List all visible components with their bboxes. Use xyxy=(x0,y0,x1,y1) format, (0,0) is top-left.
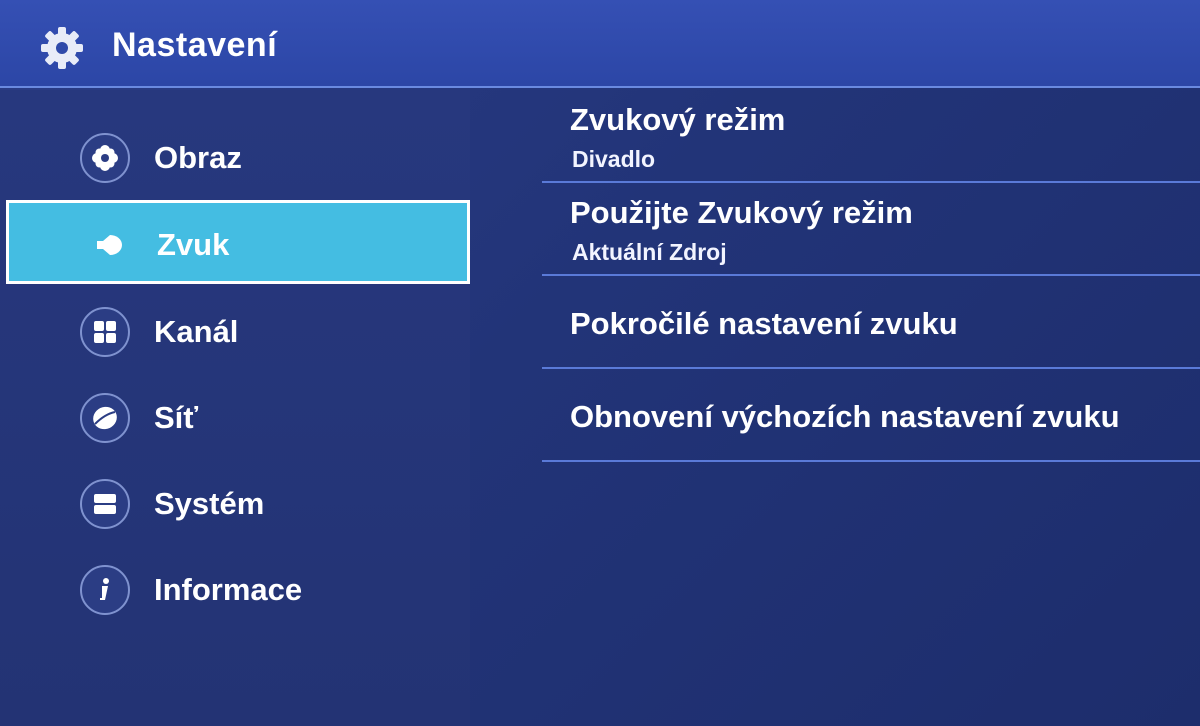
header-bar: Nastavení xyxy=(0,0,1200,88)
sidebar-item-obraz[interactable]: Obraz xyxy=(6,116,470,200)
sidebar-item-label: Kanál xyxy=(154,314,239,349)
advanced-sound-settings-row[interactable]: Pokročilé nastavení zvuku xyxy=(542,276,1200,369)
sound-settings-panel: Zvukový režim Divadlo Použijte Zvukový r… xyxy=(470,90,1200,726)
row-value: Divadlo xyxy=(572,146,656,172)
page-title: Nastavení xyxy=(112,26,278,64)
apply-sound-mode-row[interactable]: Použijte Zvukový režim Aktuální Zdroj xyxy=(542,183,1200,276)
row-title: Obnovení výchozích nastavení zvuku xyxy=(570,399,1120,434)
sidebar: Obraz Zvuk Kanál Síť Systém Informace xyxy=(0,90,470,726)
row-title: Zvukový režim xyxy=(570,102,786,137)
globe-icon xyxy=(80,393,130,443)
sidebar-item-label: Zvuk xyxy=(157,227,230,262)
sidebar-item-system[interactable]: Systém xyxy=(6,462,470,546)
sidebar-item-label: Informace xyxy=(154,572,303,607)
grid-icon xyxy=(80,307,130,357)
settings-screen: Nastavení Obraz Zvuk Kanál Síť Systém In… xyxy=(0,0,1200,726)
panel-icon xyxy=(80,479,130,529)
sidebar-item-informace[interactable]: Informace xyxy=(6,548,470,632)
reset-sound-settings-row[interactable]: Obnovení výchozích nastavení zvuku xyxy=(542,369,1200,462)
sidebar-item-label: Obraz xyxy=(154,140,242,175)
gear-icon xyxy=(41,27,83,69)
sidebar-item-kanal[interactable]: Kanál xyxy=(6,290,470,374)
sound-mode-row[interactable]: Zvukový režim Divadlo xyxy=(542,90,1200,183)
row-title: Použijte Zvukový režim xyxy=(570,195,913,230)
speaker-icon xyxy=(83,220,133,270)
sidebar-item-zvuk[interactable]: Zvuk xyxy=(6,200,470,284)
sidebar-item-label: Síť xyxy=(154,400,199,435)
sidebar-item-label: Systém xyxy=(154,486,265,521)
sidebar-item-sit[interactable]: Síť xyxy=(6,376,470,460)
flower-icon xyxy=(80,133,130,183)
row-value: Aktuální Zdroj xyxy=(572,239,727,265)
row-title: Pokročilé nastavení zvuku xyxy=(570,306,958,341)
info-icon xyxy=(80,565,130,615)
